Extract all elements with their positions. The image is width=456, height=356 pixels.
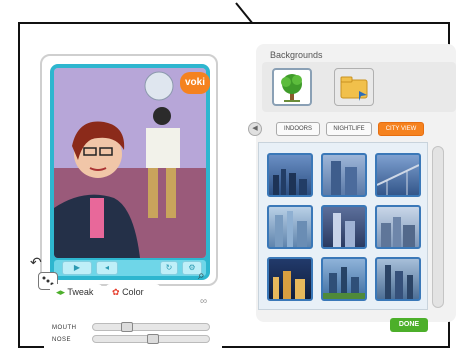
background-thumbnail[interactable] [321, 257, 367, 301]
nose-slider-thumb[interactable] [147, 334, 159, 344]
character-panel: voki ▶ ◂ ↻ ⚙ [40, 54, 218, 286]
backgrounds-title: Backgrounds [270, 50, 323, 60]
tab-tweak[interactable]: ◂▸ Tweak [50, 284, 102, 300]
voki-logo: voki [180, 72, 210, 94]
mouth-slider[interactable] [92, 322, 210, 332]
folder-icon[interactable] [334, 68, 374, 106]
background-thumbnail[interactable] [375, 153, 421, 197]
background-thumbnail[interactable] [267, 205, 313, 249]
tree-icon[interactable] [272, 68, 312, 106]
background-thumbnail-grid [258, 142, 428, 310]
player-control-bar: ▶ ◂ ↻ ⚙ [54, 260, 206, 276]
background-thumbnail[interactable] [267, 257, 313, 301]
background-thumbnail[interactable] [375, 257, 421, 301]
tab-tweak-label: Tweak [67, 287, 94, 297]
volume-icon[interactable]: ◂ [96, 261, 118, 275]
filter-scroll-left-button[interactable]: ◀ [248, 122, 262, 136]
tab-color-label: Color [122, 287, 144, 297]
undo-icon[interactable]: ↶ [30, 254, 42, 271]
background-thumbnail[interactable] [375, 205, 421, 249]
zoom-icon[interactable]: ⌕ [198, 268, 205, 283]
filter-nightlife-button[interactable]: NIGHTLIFE [326, 122, 372, 136]
nose-slider[interactable] [92, 334, 210, 344]
done-button[interactable]: DONE [390, 318, 428, 332]
color-palette-icon: ✿ [112, 287, 120, 297]
thumbnail-scrollbar[interactable] [432, 146, 444, 308]
link-icon[interactable]: ∞ [200, 296, 207, 307]
character-frame: voki ▶ ◂ ↻ ⚙ [50, 64, 210, 280]
filter-indoors-button[interactable]: INDOORS [276, 122, 320, 136]
slider-label-mouth: MOUTH [52, 325, 77, 331]
tab-color[interactable]: ✿ Color [106, 284, 160, 300]
background-type-icons [262, 62, 456, 112]
filter-city-view-button[interactable]: CITY VIEW [378, 122, 424, 136]
background-thumbnail[interactable] [321, 153, 367, 197]
mouth-slider-thumb[interactable] [121, 322, 133, 332]
background-thumbnail[interactable] [267, 153, 313, 197]
tweak-panel: ◂▸ Tweak ✿ Color MOUTH NOSE [44, 284, 222, 356]
tweak-arrows-icon: ◂▸ [56, 287, 66, 297]
refresh-icon[interactable]: ↻ [160, 261, 178, 275]
slider-label-nose: NOSE [52, 337, 72, 343]
character-scene [54, 68, 206, 258]
background-thumbnail[interactable] [321, 205, 367, 249]
play-icon[interactable]: ▶ [62, 261, 92, 275]
